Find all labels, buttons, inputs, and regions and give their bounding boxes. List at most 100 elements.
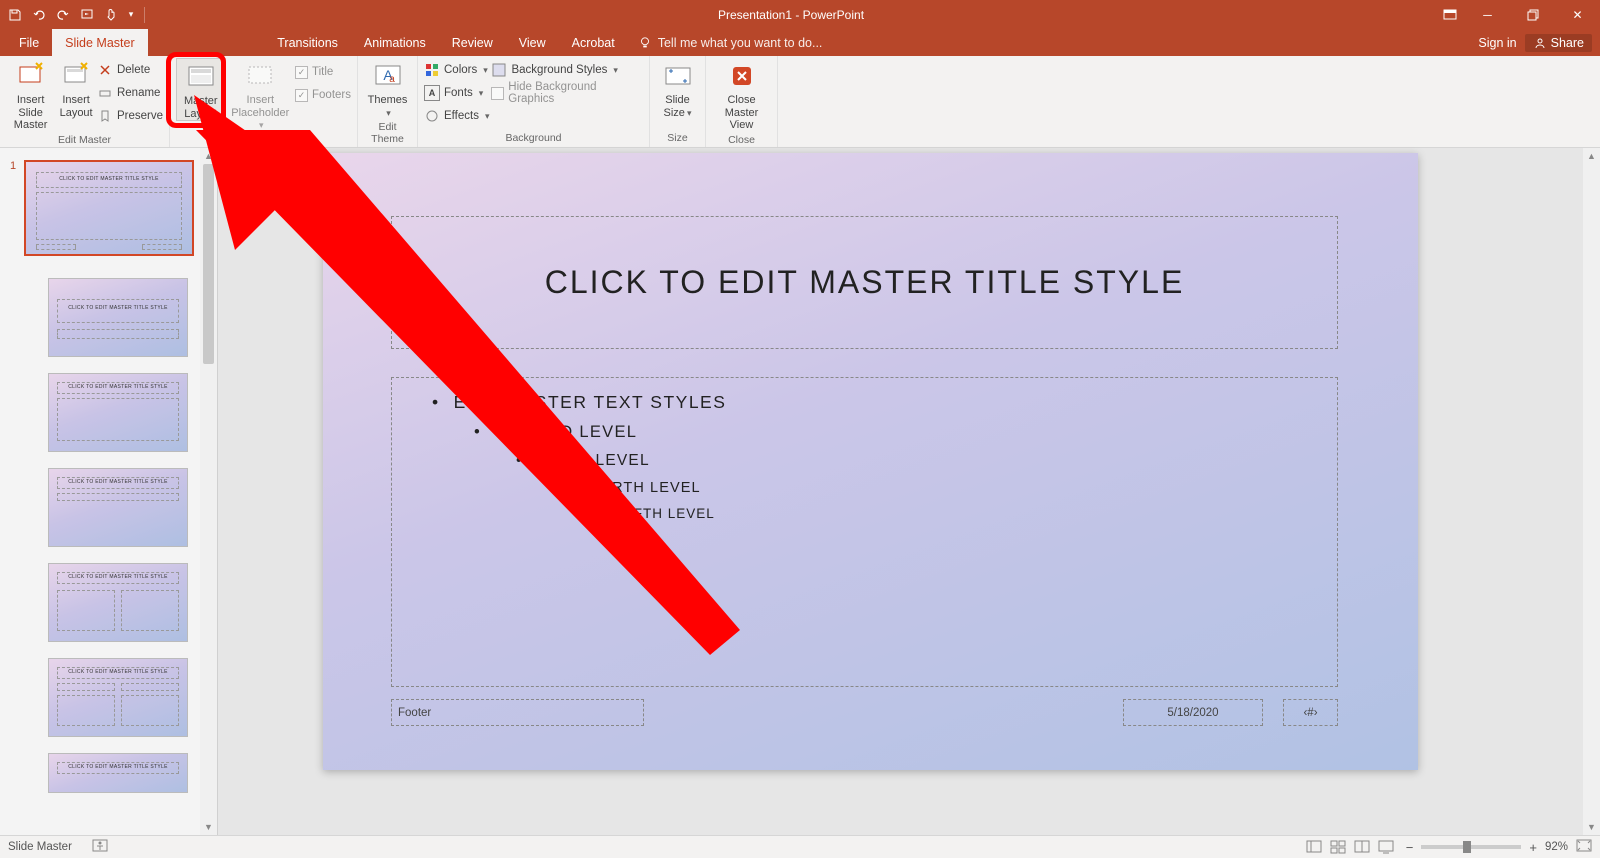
footer-placeholder[interactable]: Footer — [391, 699, 644, 726]
lightbulb-icon — [638, 36, 652, 50]
quick-access-toolbar: ▾ — [0, 6, 147, 24]
tab-view[interactable]: View — [506, 29, 559, 56]
rename-button[interactable]: Rename — [97, 83, 163, 103]
zoom-percent[interactable]: 92% — [1545, 841, 1568, 853]
insert-layout-button[interactable]: Insert Layout — [57, 58, 95, 119]
close-master-icon — [726, 60, 758, 92]
body-placeholder[interactable]: EDIT MASTER TEXT STYLES SECOND LEVEL THI… — [391, 377, 1338, 687]
insert-layout-icon — [60, 60, 92, 92]
window-controls: ─ ✕ — [1435, 0, 1600, 29]
redo-icon[interactable] — [54, 6, 72, 24]
title-checkbox[interactable]: ✓Title — [295, 62, 351, 82]
ribbon: Insert Slide Master Insert Layout Delete… — [0, 56, 1600, 148]
colors-dropdown[interactable]: Colors▾ — [424, 60, 489, 80]
slideshow-icon[interactable] — [1374, 837, 1398, 857]
slide-sorter-icon[interactable] — [1326, 837, 1350, 857]
view-switcher — [1302, 837, 1398, 857]
title-bar: ▾ Presentation1 - PowerPoint ─ ✕ — [0, 0, 1600, 29]
fonts-icon: A — [424, 85, 440, 101]
effects-icon — [424, 108, 440, 124]
ribbon-display-options-icon[interactable] — [1435, 0, 1465, 29]
touch-mode-icon[interactable] — [102, 6, 120, 24]
date-placeholder[interactable]: 5/18/2020 — [1123, 699, 1263, 726]
scrollbar-thumb[interactable] — [203, 164, 214, 364]
scroll-down-icon[interactable]: ▼ — [1583, 819, 1600, 835]
layout-thumbnail-2[interactable]: CLICK TO EDIT MASTER TITLE STYLE — [48, 373, 217, 452]
zoom-out-icon[interactable]: − — [1406, 840, 1414, 855]
workspace: 1 CLICK TO EDIT MASTER TITLE STYLE CLICK… — [0, 148, 1600, 835]
zoom-handle[interactable] — [1463, 841, 1471, 853]
group-label-size: Size — [656, 130, 699, 147]
scroll-up-icon[interactable]: ▲ — [1583, 148, 1600, 164]
themes-icon: Aa — [372, 60, 404, 92]
fit-to-window-icon[interactable] — [1576, 839, 1592, 856]
effects-dropdown[interactable]: Effects▾ — [424, 106, 489, 126]
close-master-view-button[interactable]: Close Master View — [712, 58, 771, 132]
background-styles-icon — [491, 62, 507, 78]
background-styles-dropdown[interactable]: Background Styles▾ — [491, 60, 643, 80]
tab-file[interactable]: File — [6, 29, 52, 56]
status-view-label: Slide Master — [8, 841, 72, 853]
title-placeholder[interactable]: CLICK TO EDIT MASTER TITLE STYLE — [391, 216, 1338, 349]
status-bar: Slide Master − + 92% — [0, 835, 1600, 858]
layout-thumbnail-5[interactable]: CLICK TO EDIT MASTER TITLE STYLE — [48, 658, 217, 737]
sign-in-link[interactable]: Sign in — [1478, 36, 1516, 50]
slide-size-icon — [662, 60, 694, 92]
delete-icon — [97, 62, 113, 78]
tab-acrobat[interactable]: Acrobat — [559, 29, 628, 56]
qat-more-icon[interactable]: ▾ — [126, 6, 136, 24]
scroll-up-icon[interactable]: ▲ — [200, 148, 217, 164]
reading-view-icon[interactable] — [1350, 837, 1374, 857]
tab-review[interactable]: Review — [439, 29, 506, 56]
zoom-in-icon[interactable]: + — [1529, 840, 1537, 855]
start-from-beginning-icon[interactable] — [78, 6, 96, 24]
maximize-icon[interactable] — [1510, 0, 1555, 29]
minimize-icon[interactable]: ─ — [1465, 0, 1510, 29]
insert-slide-master-icon — [15, 60, 47, 92]
layout-thumbnail-4[interactable]: CLICK TO EDIT MASTER TITLE STYLE — [48, 563, 217, 642]
slide-editor[interactable]: CLICK TO EDIT MASTER TITLE STYLE EDIT MA… — [218, 148, 1600, 835]
layout-thumbnail-3[interactable]: CLICK TO EDIT MASTER TITLE STYLE — [48, 468, 217, 547]
layout-thumbnail-1[interactable]: CLICK TO EDIT MASTER TITLE STYLE — [48, 278, 217, 357]
group-label-close: Close — [712, 132, 771, 149]
slide-size-button[interactable]: Slide Size▾ — [656, 58, 699, 119]
insert-placeholder-button[interactable]: Insert Placeholder ▾ — [228, 58, 293, 132]
tell-me-search[interactable]: Tell me what you want to do... — [638, 29, 823, 56]
editor-scrollbar[interactable]: ▲ ▼ — [1583, 148, 1600, 835]
hide-background-checkbox[interactable]: Hide Background Graphics — [491, 83, 643, 103]
accessibility-icon[interactable] — [92, 839, 108, 856]
scroll-down-icon[interactable]: ▼ — [200, 819, 217, 835]
insert-slide-master-button[interactable]: Insert Slide Master — [6, 58, 55, 132]
master-layout-button[interactable]: Master Layout — [176, 58, 226, 121]
insert-placeholder-icon — [244, 60, 276, 92]
slide-thumbnail-pane[interactable]: 1 CLICK TO EDIT MASTER TITLE STYLE CLICK… — [0, 148, 218, 835]
tab-slide-master[interactable]: Slide Master — [52, 29, 147, 56]
footers-checkbox[interactable]: ✓Footers — [295, 85, 351, 105]
svg-text:a: a — [389, 74, 395, 85]
themes-button[interactable]: Aa Themes▾ — [364, 58, 411, 119]
master-layout-icon — [185, 61, 217, 93]
delete-button[interactable]: Delete — [97, 60, 163, 80]
ribbon-tabs: File Slide Master Home Insert Transition… — [0, 29, 1600, 56]
thumbnail-scrollbar[interactable]: ▲ ▼ — [200, 148, 217, 835]
window-title: Presentation1 - PowerPoint — [147, 8, 1435, 22]
layout-thumbnail-6[interactable]: CLICK TO EDIT MASTER TITLE STYLE — [48, 753, 217, 793]
undo-icon[interactable] — [30, 6, 48, 24]
share-icon — [1533, 36, 1547, 50]
tell-me-placeholder: Tell me what you want to do... — [658, 36, 823, 50]
preserve-icon — [97, 108, 113, 124]
normal-view-icon[interactable] — [1302, 837, 1326, 857]
close-icon[interactable]: ✕ — [1555, 0, 1600, 29]
fonts-dropdown[interactable]: AFonts▾ — [424, 83, 489, 103]
preserve-button[interactable]: Preserve — [97, 106, 163, 126]
group-label-edit-master: Edit Master — [6, 132, 163, 149]
slide-number-placeholder[interactable]: ‹#› — [1283, 699, 1338, 726]
share-button[interactable]: Share — [1525, 34, 1592, 52]
group-label-master-layout: Master Layout — [176, 132, 351, 149]
zoom-slider[interactable] — [1421, 845, 1521, 849]
tab-transitions[interactable]: Transitions — [264, 29, 351, 56]
tab-animations[interactable]: Animations — [351, 29, 439, 56]
master-slide-thumbnail[interactable]: 1 CLICK TO EDIT MASTER TITLE STYLE — [24, 160, 217, 256]
slide-canvas[interactable]: CLICK TO EDIT MASTER TITLE STYLE EDIT MA… — [323, 153, 1418, 770]
save-icon[interactable] — [6, 6, 24, 24]
